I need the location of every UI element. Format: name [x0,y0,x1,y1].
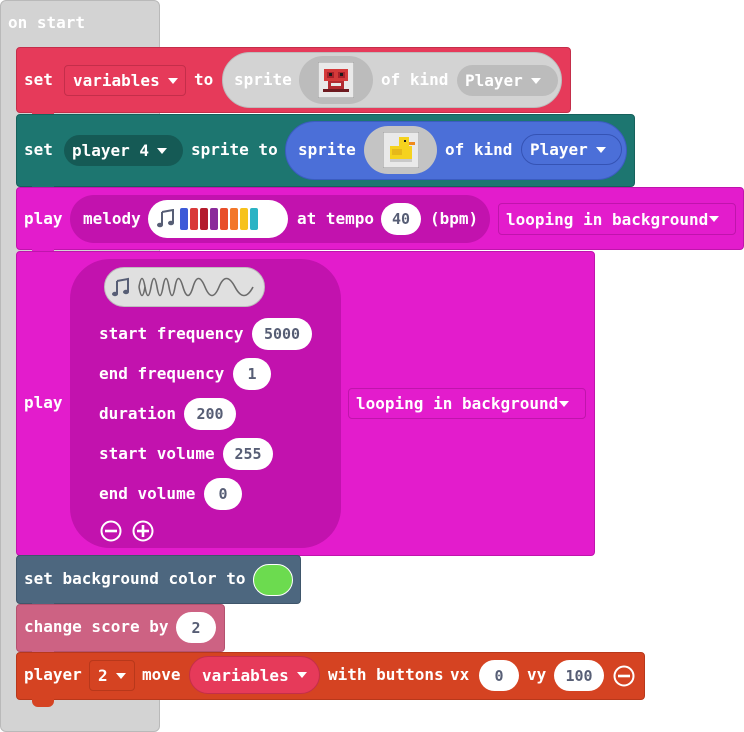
yellow-duck-sprite-icon [382,132,419,168]
melody-note-bar [210,208,218,230]
on-start-label: on start [8,13,86,32]
variable-dropdown-label: variables [202,665,289,685]
melody-note-bar [220,208,228,230]
minus-circle-icon [613,665,635,687]
vy-label: vy [527,665,547,684]
sprite-label: sprite [298,140,356,159]
variable-dropdown[interactable]: variables [64,65,186,96]
melody-label: melody [83,209,141,228]
chevron-down-icon [157,147,168,154]
sprite-to-label: sprite to [191,140,278,159]
vy-input[interactable]: 100 [554,660,604,691]
music-note-icon [157,209,174,228]
sound-parameter-label: start frequency [99,324,244,343]
minus-circle-icon [100,520,122,542]
playback-mode-label: looping in background [506,209,709,229]
melody-note-bar [180,208,188,230]
melody-note-bar [230,208,238,230]
block-notch [32,699,54,707]
bpm-label: (bpm) [430,209,479,228]
melody-note-bar [200,208,208,230]
player-number-dropdown[interactable]: 2 [89,660,135,691]
sound-parameter-input[interactable]: 1 [233,358,271,390]
sound-parameter-label: duration [99,404,177,423]
variable-dropdown[interactable]: variables [189,656,320,694]
kind-dropdown-label: Player [530,140,588,159]
set-label: set [24,140,53,159]
sound-wave-picker[interactable] [104,267,265,307]
add-parameter-button[interactable] [132,520,154,542]
chevron-down-icon [167,77,178,84]
chevron-down-icon [530,77,541,84]
kind-dropdown-label: Player [465,71,523,90]
vx-label: vx [450,665,470,684]
chevron-down-icon [709,216,720,222]
chevron-down-icon [115,672,126,679]
playback-mode-dropdown[interactable]: looping in background [498,203,736,235]
of-kind-label: of kind [381,70,449,89]
of-kind-label: of kind [445,140,513,159]
kind-dropdown[interactable]: Player [521,134,622,165]
set-label: set [24,70,53,89]
tempo-input[interactable]: 40 [381,203,421,235]
variable-dropdown-label: variables [73,71,160,90]
sound-parameter-label: start volume [99,444,215,463]
kind-dropdown[interactable]: Player [457,65,558,96]
player-dropdown[interactable]: player 4 [64,135,183,166]
player-dropdown-label: player 4 [72,141,150,160]
change-score-label: change score by [24,617,169,636]
sound-wave-icon [112,277,254,297]
chevron-down-icon [595,146,606,153]
score-value-input[interactable]: 2 [176,612,216,643]
set-background-color-label: set background color to [24,569,246,588]
chevron-down-icon [559,400,570,407]
move-label: move [142,665,181,684]
player-number-label: 2 [98,666,108,685]
sound-parameter-input[interactable]: 200 [184,398,236,430]
play-label: play [24,209,63,228]
play-label: play [24,393,63,412]
sprite-image-picker[interactable] [299,56,373,104]
color-picker[interactable] [253,564,293,596]
playback-mode-label: looping in background [356,394,559,413]
red-crab-sprite-icon [318,62,354,98]
melody-note-bar [190,208,198,230]
at-tempo-label: at tempo [297,209,375,228]
with-buttons-label: with buttons [328,665,444,684]
melody-editor[interactable] [148,200,288,238]
sound-parameter-label: end frequency [99,364,225,383]
sound-parameter-label: end volume [99,484,196,503]
remove-parameter-button[interactable] [613,665,635,687]
sound-parameter-input[interactable]: 0 [204,478,242,510]
sound-parameter-input[interactable]: 5000 [252,318,312,350]
plus-circle-icon [132,520,154,542]
sound-parameter-input[interactable]: 255 [223,438,273,470]
vx-input[interactable]: 0 [479,660,519,691]
player-label: player [24,665,82,684]
to-label: to [194,70,214,89]
chevron-down-icon [296,672,307,678]
playback-mode-dropdown[interactable]: looping in background [348,388,586,419]
melody-note-bar [250,208,258,230]
sprite-image-picker[interactable] [364,126,437,174]
melody-note-bar [240,208,248,230]
remove-parameter-button[interactable] [100,520,122,542]
sprite-label: sprite [234,70,292,89]
on-start-c-body [1,46,16,702]
melody-note-bars [180,208,258,230]
